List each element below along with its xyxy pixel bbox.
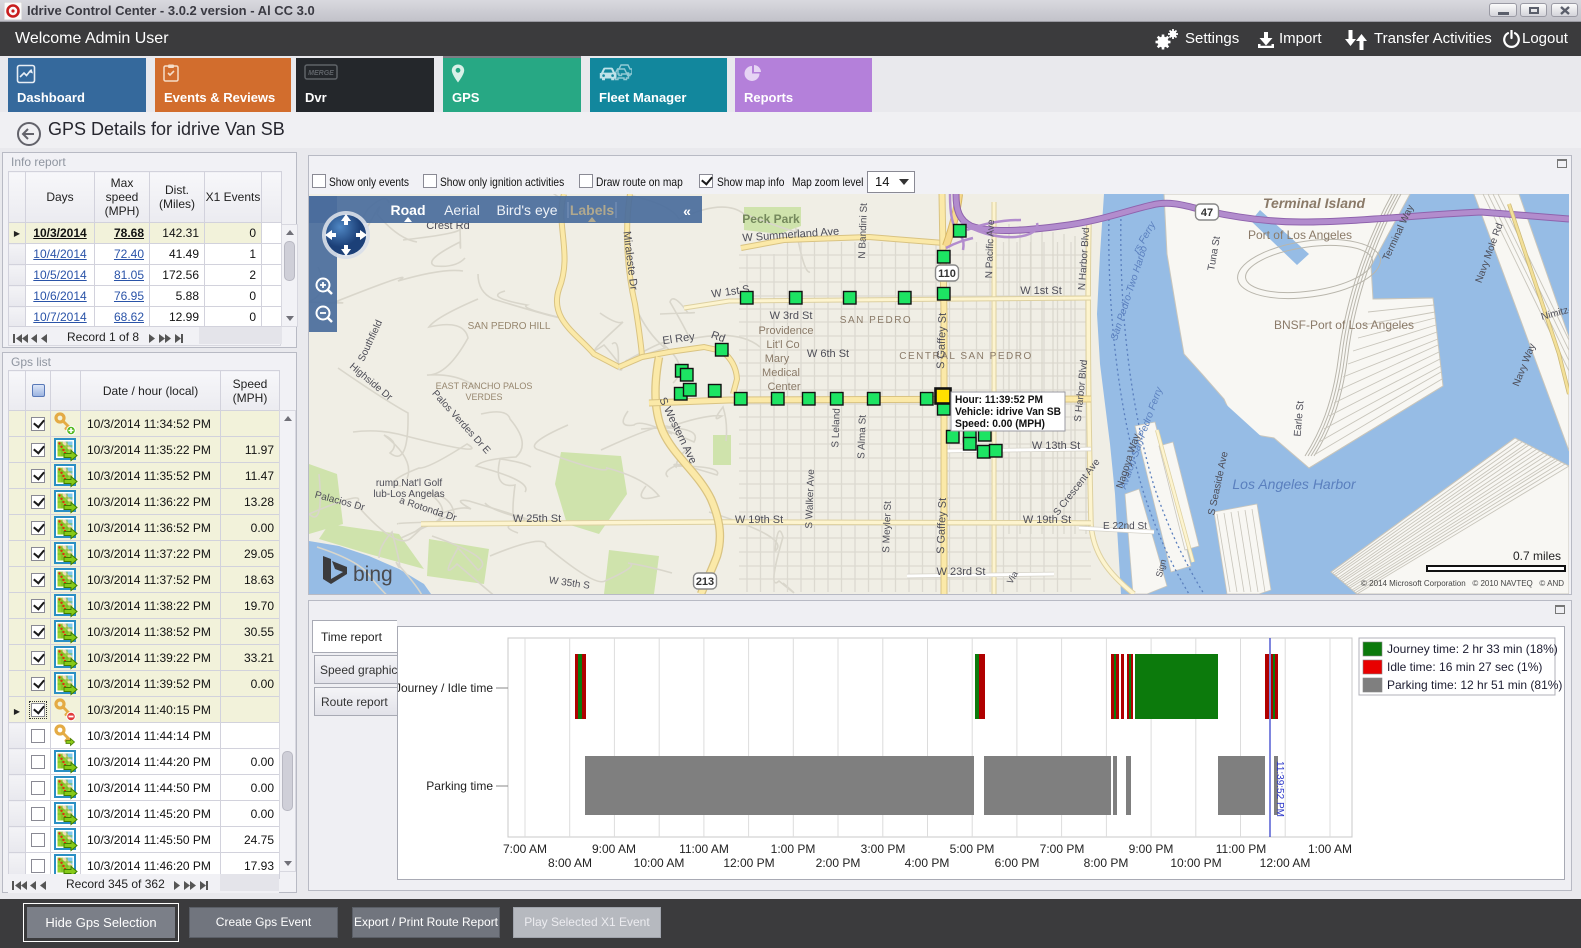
svg-text:Labels: Labels	[570, 202, 615, 218]
svg-text:Hour: 11:39:52 PM: Hour: 11:39:52 PM	[955, 394, 1043, 406]
svg-text:S Gaffey St: S Gaffey St	[935, 313, 949, 369]
svg-text:S Walker Ave: S Walker Ave	[804, 469, 817, 529]
svg-text:Parking time: 12 hr 51 min (81: Parking time: 12 hr 51 min (81%)	[1387, 678, 1562, 692]
svg-text:E 22nd St: E 22nd St	[1103, 521, 1147, 532]
svg-text:MERGE: MERGE	[308, 70, 334, 77]
svg-text:BNSF-Port of Los Angeles: BNSF-Port of Los Angeles	[1274, 318, 1414, 332]
svg-text:Journey / Idle time: Journey / Idle time	[398, 681, 493, 695]
svg-text:1:00 PM: 1:00 PM	[771, 842, 816, 856]
svg-text:bing: bing	[353, 563, 393, 586]
svg-text:W 19th St: W 19th St	[1023, 514, 1071, 526]
svg-text:CENTRAL SAN PEDRO: CENTRAL SAN PEDRO	[899, 351, 1032, 362]
svg-text:«: «	[683, 203, 691, 219]
svg-text:Lit'l Co: Lit'l Co	[766, 339, 799, 351]
svg-text:W 6th St: W 6th St	[807, 348, 849, 360]
svg-text:Aerial: Aerial	[444, 202, 480, 218]
svg-text:Idle time: 16 min 27 sec (1%): Idle time: 16 min 27 sec (1%)	[1387, 660, 1542, 674]
svg-text:SAN PEDRO HILL: SAN PEDRO HILL	[468, 321, 551, 332]
svg-text:W 1st St: W 1st St	[1020, 285, 1062, 297]
svg-text:10:00 AM: 10:00 AM	[634, 856, 685, 870]
svg-text:4:00 PM: 4:00 PM	[905, 856, 950, 870]
svg-text:11:00 PM: 11:00 PM	[1216, 842, 1266, 856]
svg-text:0.7 miles: 0.7 miles	[1513, 549, 1561, 563]
svg-text:2:00 PM: 2:00 PM	[816, 856, 861, 870]
svg-text:Los Angeles Harbor: Los Angeles Harbor	[1232, 476, 1357, 492]
svg-text:Journey time: 2 hr 33 min (18%: Journey time: 2 hr 33 min (18%)	[1387, 642, 1558, 656]
svg-text:6:00 PM: 6:00 PM	[995, 856, 1040, 870]
svg-text:8:00 AM: 8:00 AM	[548, 856, 592, 870]
svg-text:7:00 PM: 7:00 PM	[1040, 842, 1085, 856]
svg-text:EAST RANCHO PALOS: EAST RANCHO PALOS	[436, 381, 533, 391]
svg-text:Mary: Mary	[765, 353, 790, 365]
svg-text:5:00 PM: 5:00 PM	[950, 842, 995, 856]
svg-text:Center: Center	[767, 381, 800, 393]
svg-text:213: 213	[696, 576, 714, 588]
svg-text:N Pacific Ave: N Pacific Ave	[984, 219, 997, 279]
svg-text:W 25th St: W 25th St	[513, 513, 561, 525]
svg-text:© 2014 Microsoft Corporation: © 2014 Microsoft Corporation © 2010 NAVT…	[1361, 579, 1564, 588]
svg-text:1:00 AM: 1:00 AM	[1308, 842, 1352, 856]
svg-text:W 13th St: W 13th St	[1032, 440, 1080, 452]
svg-text:S Gaffey St: S Gaffey St	[935, 498, 949, 554]
svg-text:Parking time: Parking time	[426, 779, 493, 793]
svg-text:12:00 PM: 12:00 PM	[723, 856, 774, 870]
svg-text:Bird's eye: Bird's eye	[496, 202, 557, 218]
svg-text:11:39:52 PM: 11:39:52 PM	[1274, 761, 1285, 817]
svg-text:Medical: Medical	[762, 367, 800, 379]
svg-text:Peck Park: Peck Park	[742, 212, 800, 226]
svg-text:110: 110	[938, 268, 956, 280]
svg-text:S Alma St: S Alma St	[856, 415, 869, 459]
svg-text:Providence: Providence	[758, 325, 813, 337]
svg-text:9:00 PM: 9:00 PM	[1129, 842, 1174, 856]
svg-text:N Bandini St: N Bandini St	[857, 203, 870, 259]
svg-text:9:00 AM: 9:00 AM	[592, 842, 636, 856]
svg-text:W 19th St: W 19th St	[735, 514, 783, 526]
svg-text:W 3rd St: W 3rd St	[770, 310, 813, 322]
svg-text:Port of Los Angeles: Port of Los Angeles	[1248, 228, 1352, 242]
svg-text:S Meyler St: S Meyler St	[881, 501, 894, 553]
svg-text:Road: Road	[391, 202, 426, 218]
svg-text:3:00 PM: 3:00 PM	[861, 842, 906, 856]
svg-text:VERDES: VERDES	[465, 392, 502, 402]
svg-text:W 23rd St: W 23rd St	[937, 566, 986, 578]
svg-text:8:00 PM: 8:00 PM	[1084, 856, 1129, 870]
svg-text:12:00 AM: 12:00 AM	[1260, 856, 1311, 870]
svg-text:rump Nat'l Golf: rump Nat'l Golf	[376, 478, 443, 489]
svg-text:S Leland: S Leland	[830, 408, 842, 448]
svg-text:Speed: 0.00 (MPH): Speed: 0.00 (MPH)	[955, 418, 1045, 430]
svg-text:Vehicle: idrive Van SB: Vehicle: idrive Van SB	[955, 406, 1061, 418]
svg-text:Terminal Island: Terminal Island	[1263, 195, 1366, 211]
svg-text:10:00 PM: 10:00 PM	[1170, 856, 1221, 870]
svg-text:7:00 AM: 7:00 AM	[503, 842, 547, 856]
svg-text:47: 47	[1201, 207, 1213, 219]
svg-text:SAN PEDRO: SAN PEDRO	[840, 315, 912, 326]
svg-text:11:00 AM: 11:00 AM	[679, 842, 729, 856]
